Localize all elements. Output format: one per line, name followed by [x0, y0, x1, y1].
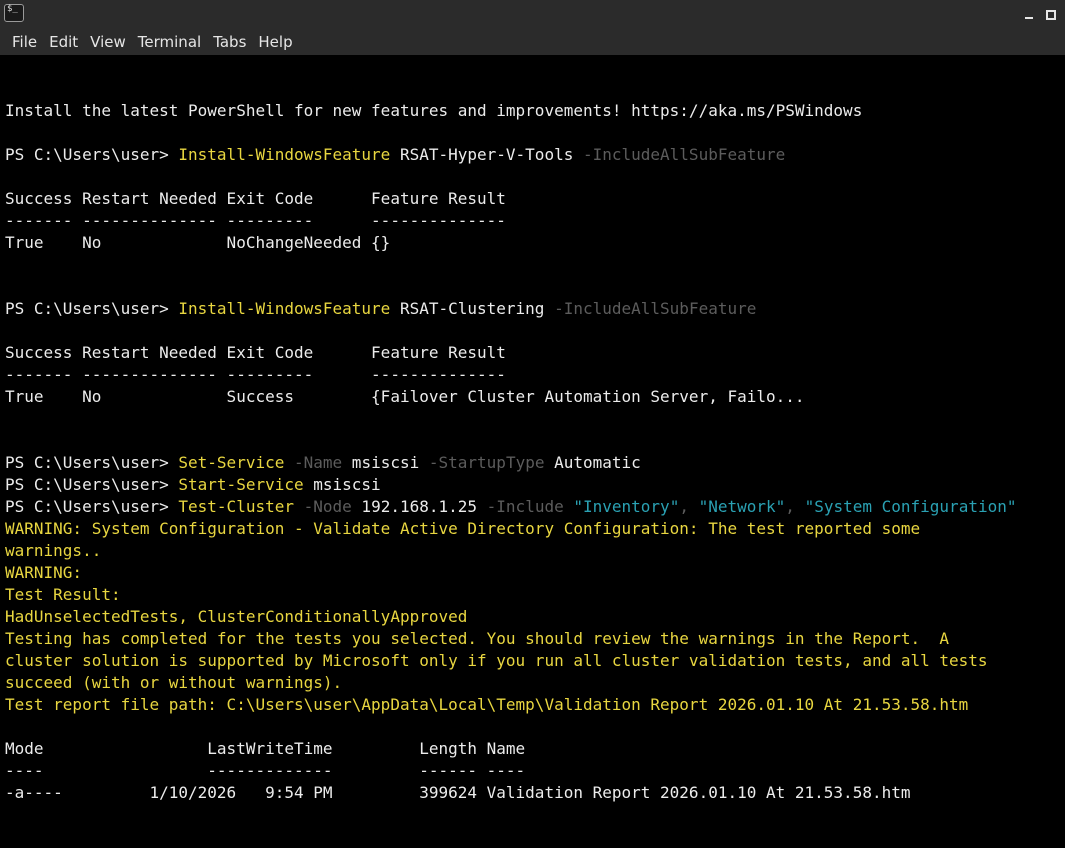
terminal-text-plain: ------- -------------- --------- -------…	[5, 211, 506, 230]
menu-file[interactable]: File	[6, 33, 43, 51]
terminal-line: Success Restart Needed Exit Code Feature…	[5, 188, 1016, 210]
terminal-line: PS C:\Users\user> Install-WindowsFeature…	[5, 144, 1016, 166]
terminal-line: -a---- 1/10/2026 9:54 PM 399624 Validati…	[5, 782, 1016, 804]
terminal-text-plain: 192.168.1.25	[351, 497, 487, 516]
terminal-text-param: -Node	[303, 497, 352, 516]
terminal-output[interactable]: Install the latest PowerShell for new fe…	[0, 55, 1065, 848]
terminal-text-param: -IncludeAllSubFeature	[554, 299, 757, 318]
terminal-line: Mode LastWriteTime Length Name	[5, 738, 1016, 760]
terminal-text-warn: WARNING:	[5, 563, 83, 582]
terminal-text-plain: PS C:\Users\user>	[5, 453, 179, 472]
terminal-text-string: "System Configuration"	[804, 497, 1017, 516]
terminal-text-warn: HadUnselectedTests, ClusterConditionally…	[5, 607, 468, 626]
terminal-line: succeed (with or without warnings).	[5, 672, 1016, 694]
terminal-line: warnings..	[5, 540, 1016, 562]
terminal-text-plain: PS C:\Users\user>	[5, 299, 179, 318]
terminal-text-plain: RSAT-Hyper-V-Tools	[390, 145, 583, 164]
terminal-line: Success Restart Needed Exit Code Feature…	[5, 342, 1016, 364]
terminal-line: Testing has completed for the tests you …	[5, 628, 1016, 650]
terminal-line: HadUnselectedTests, ClusterConditionally…	[5, 606, 1016, 628]
terminal-text-cmd: Install-WindowsFeature	[178, 299, 391, 318]
terminal-line: cluster solution is supported by Microso…	[5, 650, 1016, 672]
terminal-text-plain: Success Restart Needed Exit Code Feature…	[5, 189, 506, 208]
terminal-line: ------- -------------- --------- -------…	[5, 364, 1016, 386]
terminal-text-plain: Mode LastWriteTime Length Name	[5, 739, 526, 758]
terminal-text-string: "Inventory"	[573, 497, 680, 516]
terminal-text-plain	[564, 497, 574, 516]
terminal-text-warn: Test Result:	[5, 585, 121, 604]
terminal-text-plain: msiscsi	[342, 453, 429, 472]
terminal-text-plain: msiscsi	[303, 475, 381, 494]
terminal-line: PS C:\Users\user> Start-Service msiscsi	[5, 474, 1016, 496]
terminal-text-plain	[294, 497, 304, 516]
terminal-text-cmd: Test-Cluster	[178, 497, 294, 516]
terminal-window: $_ File Edit View Terminal Tabs Help Ins…	[0, 0, 1065, 848]
terminal-text-param: ,	[679, 497, 699, 516]
terminal-line: True No NoChangeNeeded {}	[5, 232, 1016, 254]
terminal-text-string: "Network"	[698, 497, 786, 516]
terminal-line: WARNING:	[5, 562, 1016, 584]
terminal-text-param: -Include	[486, 497, 564, 516]
terminal-text-plain: -a---- 1/10/2026 9:54 PM 399624 Validati…	[5, 783, 911, 802]
terminal-text-warn: WARNING: System Configuration - Validate…	[5, 519, 921, 538]
terminal-text-plain: True No NoChangeNeeded {}	[5, 233, 391, 252]
terminal-line: Test Result:	[5, 584, 1016, 606]
terminal-text-cmd: Install-WindowsFeature	[178, 145, 391, 164]
terminal-text-plain: PS C:\Users\user>	[5, 497, 179, 516]
terminal-text-param: -StartupType	[428, 453, 545, 472]
terminal-text-param: -Name	[294, 453, 343, 472]
terminal-text-plain: PS C:\Users\user>	[5, 475, 179, 494]
terminal-text-plain	[284, 453, 294, 472]
terminal-text-warn: Test report file path: C:\Users\user\App…	[5, 695, 969, 714]
terminal-line: ---- ------------- ------ ----	[5, 760, 1016, 782]
terminal-text-warn: succeed (with or without warnings).	[5, 673, 343, 692]
terminal-line: ------- -------------- --------- -------…	[5, 210, 1016, 232]
menu-terminal[interactable]: Terminal	[132, 33, 207, 51]
menu-help[interactable]: Help	[252, 33, 298, 51]
terminal-line: True No Success {Failover Cluster Automa…	[5, 386, 1016, 408]
terminal-icon: $_	[4, 4, 24, 22]
terminal-text-param: -IncludeAllSubFeature	[582, 145, 786, 164]
terminal-text-warn: Testing has completed for the tests you …	[5, 629, 950, 648]
terminal-text-cmd: Start-Service	[178, 475, 304, 494]
terminal-line: PS C:\Users\user> Install-WindowsFeature…	[5, 298, 1016, 320]
terminal-text-plain: PS C:\Users\user>	[5, 145, 179, 164]
menu-edit[interactable]: Edit	[43, 33, 84, 51]
terminal-text-plain: Success Restart Needed Exit Code Feature…	[5, 343, 506, 362]
terminal-text-plain: RSAT-Clustering	[390, 299, 555, 318]
terminal-lines: Install the latest PowerShell for new fe…	[5, 78, 1016, 848]
terminal-text-warn: warnings..	[5, 541, 102, 560]
terminal-line: WARNING: System Configuration - Validate…	[5, 518, 1016, 540]
terminal-line: PS C:\Users\user> Test-Cluster -Node 192…	[5, 496, 1016, 518]
terminal-text-plain: ---- ------------- ------ ----	[5, 761, 526, 780]
terminal-text-plain: ------- -------------- --------- -------…	[5, 365, 506, 384]
terminal-line: Install the latest PowerShell for new fe…	[5, 100, 1016, 122]
terminal-text-cmd: Set-Service	[178, 453, 285, 472]
terminal-text-plain: True No Success {Failover Cluster Automa…	[5, 387, 805, 406]
terminal-line: PS C:\Users\user> Set-Service -Name msis…	[5, 452, 1016, 474]
menu-view[interactable]: View	[84, 33, 132, 51]
title-bar: $_	[0, 0, 1065, 28]
minimize-icon[interactable]	[1020, 4, 1038, 22]
menu-tabs[interactable]: Tabs	[207, 33, 252, 51]
terminal-text-warn: cluster solution is supported by Microso…	[5, 651, 988, 670]
maximize-icon[interactable]	[1042, 4, 1060, 22]
terminal-text-param: ,	[785, 497, 805, 516]
terminal-text-plain: Automatic	[544, 453, 641, 472]
terminal-line: Test report file path: C:\Users\user\App…	[5, 694, 1016, 716]
terminal-text-plain: Install the latest PowerShell for new fe…	[5, 101, 863, 120]
menu-bar: File Edit View Terminal Tabs Help	[0, 28, 1065, 55]
